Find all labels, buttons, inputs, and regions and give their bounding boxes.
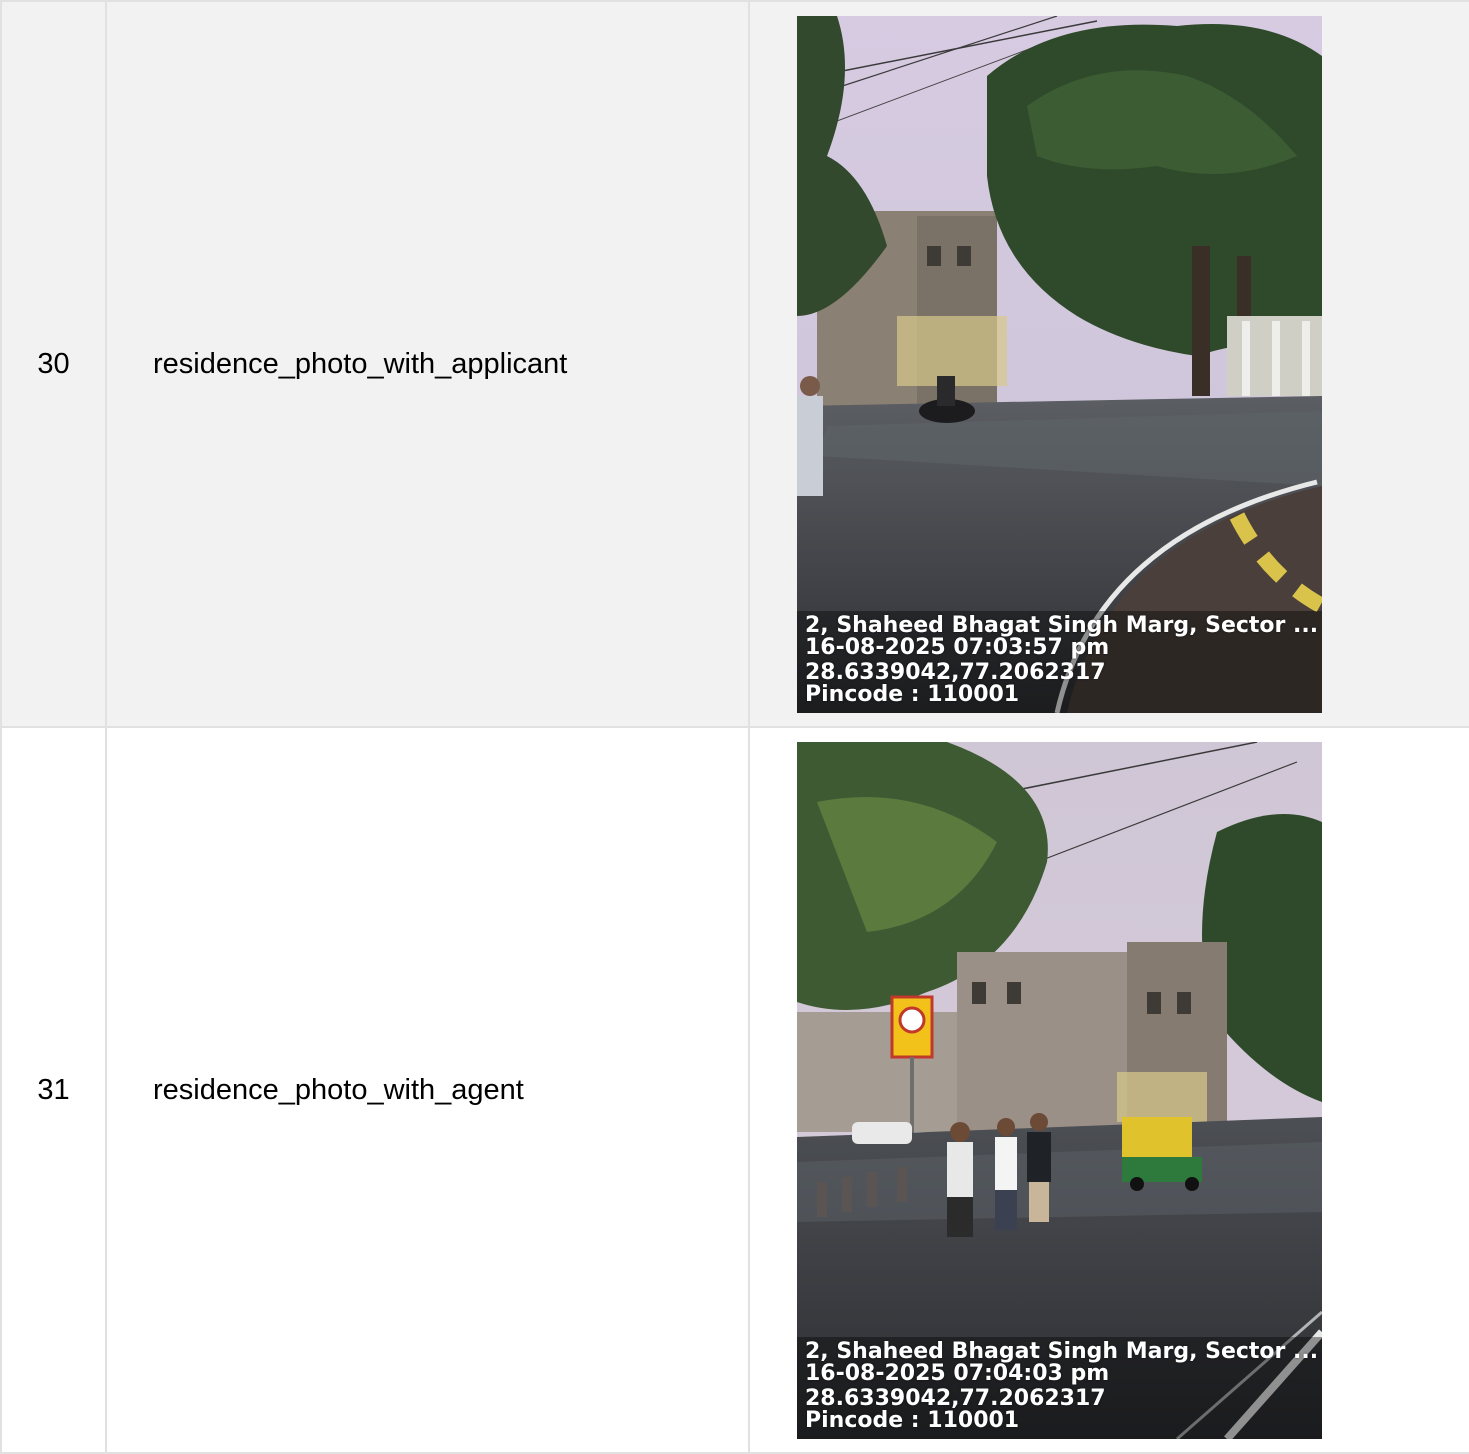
- table-row: 31 residence_photo_with_agent 2, Shaheed…: [0, 726, 1469, 1454]
- street-scene-photo: [797, 15, 1322, 713]
- photo-stamp-overlay: 2, Shaheed Bhagat Singh Marg, Sector ...…: [797, 610, 1322, 713]
- row-index: 30: [0, 0, 107, 728]
- photo-pincode: Pincode : 110001: [805, 1407, 1020, 1433]
- field-name: residence_photo_with_agent: [105, 726, 750, 1454]
- photo-datetime: 16-08-2025 07:04:03 pm: [805, 1360, 1110, 1386]
- table-row: 30 residence_photo_with_applicant 2, Sha…: [0, 0, 1469, 728]
- residence-photo-applicant[interactable]: 2, Shaheed Bhagat Singh Marg, Sector ...…: [797, 15, 1322, 713]
- photo-table: 30 residence_photo_with_applicant 2, Sha…: [0, 0, 1469, 1454]
- photo-cell: 2, Shaheed Bhagat Singh Marg, Sector ...…: [748, 0, 1469, 728]
- photo-datetime: 16-08-2025 07:03:57 pm: [805, 634, 1110, 660]
- field-name: residence_photo_with_applicant: [105, 0, 750, 728]
- photo-coordinates: 28.6339042,77.2062317: [805, 659, 1106, 685]
- photo-coordinates: 28.6339042,77.2062317: [805, 1385, 1106, 1411]
- photo-pincode: Pincode : 110001: [805, 681, 1020, 707]
- photo-address: 2, Shaheed Bhagat Singh Marg, Sector ...: [805, 612, 1319, 638]
- photo-stamp-overlay: 2, Shaheed Bhagat Singh Marg, Sector ...…: [797, 1336, 1322, 1439]
- row-index: 31: [0, 726, 107, 1454]
- street-scene-photo: [797, 741, 1322, 1439]
- photo-cell: 2, Shaheed Bhagat Singh Marg, Sector ...…: [748, 726, 1469, 1454]
- photo-address: 2, Shaheed Bhagat Singh Marg, Sector ...: [805, 1338, 1319, 1364]
- residence-photo-agent[interactable]: 2, Shaheed Bhagat Singh Marg, Sector ...…: [797, 741, 1322, 1439]
